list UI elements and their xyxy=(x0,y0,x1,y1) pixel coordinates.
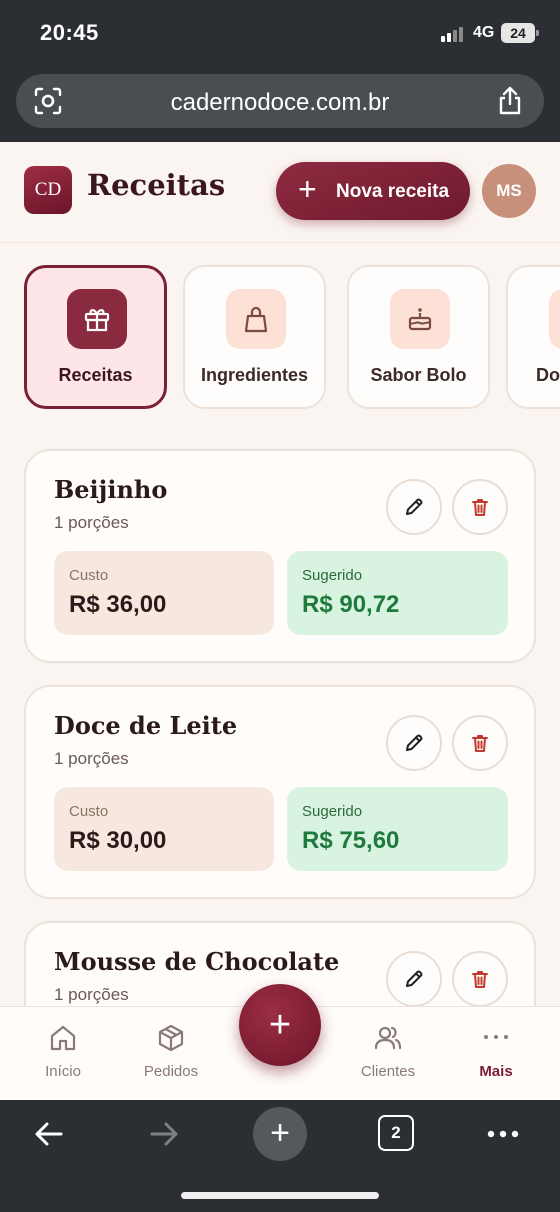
gift-icon xyxy=(67,289,127,349)
trash-icon xyxy=(472,971,488,988)
edit-button[interactable] xyxy=(386,479,442,535)
trash-icon xyxy=(472,499,488,516)
nav-label: Clientes xyxy=(360,1063,416,1080)
page-title: Receitas xyxy=(87,168,226,202)
address-bar[interactable]: cadernodoce.com.br xyxy=(16,74,544,128)
signal-icon xyxy=(441,26,465,42)
cost-value: R$ 30,00 xyxy=(69,827,167,854)
suggested-value: R$ 75,60 xyxy=(302,827,400,854)
app-header: CD Receitas + Nova receita MS xyxy=(0,142,560,243)
browser-address-area: cadernodoce.com.br xyxy=(0,70,560,142)
nav-clientes[interactable]: Clientes xyxy=(333,1023,443,1087)
home-icon xyxy=(50,1025,76,1051)
status-bar: 20:45 4G 24 xyxy=(0,0,560,70)
nav-pedidos[interactable]: Pedidos xyxy=(116,1023,226,1087)
battery-icon: 24 xyxy=(501,23,539,43)
category-carousel: Receitas Ingredientes Sabor Bolo Do xyxy=(0,265,560,411)
back-button[interactable] xyxy=(17,1112,77,1156)
new-recipe-button[interactable]: + Nova receita xyxy=(276,162,470,220)
more-menu-button[interactable] xyxy=(471,1112,531,1156)
status-time: 20:45 xyxy=(40,20,99,45)
app-logo[interactable]: CD xyxy=(24,166,72,214)
more-horizontal-icon xyxy=(487,1130,519,1138)
shopping-bag-icon xyxy=(226,289,286,349)
nav-mais[interactable]: Mais xyxy=(441,1023,551,1087)
cost-value: R$ 36,00 xyxy=(69,591,167,618)
plus-icon: + xyxy=(298,171,317,207)
recipe-name: Mousse de Chocolate xyxy=(54,947,340,976)
cost-box: Custo R$ 36,00 xyxy=(54,551,274,635)
category-label: Receitas xyxy=(58,365,133,385)
url-text[interactable]: cadernodoce.com.br xyxy=(16,89,544,117)
suggested-box: Sugerido R$ 90,72 xyxy=(287,551,508,635)
home-indicator xyxy=(181,1192,379,1199)
nav-label: Início xyxy=(45,1063,81,1080)
pencil-icon xyxy=(406,734,423,751)
trash-icon xyxy=(472,735,488,752)
suggested-label: Sugerido xyxy=(302,803,363,820)
avatar[interactable]: MS xyxy=(482,164,536,218)
delete-button[interactable] xyxy=(452,715,508,771)
edit-button[interactable] xyxy=(386,951,442,1007)
network-type: 4G xyxy=(473,24,495,41)
box-icon xyxy=(158,1024,184,1052)
suggested-box: Sugerido R$ 75,60 xyxy=(287,787,508,871)
tag-icon xyxy=(549,289,560,349)
pencil-icon xyxy=(406,970,423,987)
cost-label: Custo xyxy=(69,567,109,584)
new-tab-button[interactable]: + xyxy=(253,1107,307,1161)
recipe-portions: 1 porções xyxy=(54,749,129,768)
share-icon[interactable] xyxy=(496,86,524,116)
users-icon xyxy=(374,1026,402,1050)
forward-button[interactable] xyxy=(132,1112,192,1156)
arrow-right-icon xyxy=(150,1122,178,1146)
edit-button[interactable] xyxy=(386,715,442,771)
suggested-value: R$ 90,72 xyxy=(302,591,400,618)
recipe-card[interactable]: Beijinho 1 porções Custo R$ 36,00 Sugeri… xyxy=(24,449,536,663)
nav-inicio[interactable]: Início xyxy=(8,1023,118,1087)
browser-toolbar: + 2 xyxy=(0,1100,560,1212)
app-content: CD Receitas + Nova receita MS Receitas I… xyxy=(0,142,560,1100)
category-doces[interactable]: Do xyxy=(506,265,560,409)
category-sabor-bolo[interactable]: Sabor Bolo xyxy=(347,265,490,409)
category-label: Sabor Bolo xyxy=(370,365,467,385)
category-label: Ingredientes xyxy=(200,365,309,385)
suggested-label: Sugerido xyxy=(302,567,363,584)
category-ingredientes[interactable]: Ingredientes xyxy=(183,265,326,409)
category-receitas[interactable]: Receitas xyxy=(24,265,167,409)
tabs-button[interactable]: 2 xyxy=(378,1115,414,1151)
recipe-name: Doce de Leite xyxy=(54,711,238,740)
cake-icon xyxy=(390,289,450,349)
delete-button[interactable] xyxy=(452,951,508,1007)
more-icon xyxy=(484,1035,508,1039)
recipe-card[interactable]: Doce de Leite 1 porções Custo R$ 30,00 S… xyxy=(24,685,536,899)
recipe-portions: 1 porções xyxy=(54,513,129,532)
cost-label: Custo xyxy=(69,803,109,820)
recipe-portions: 1 porções xyxy=(54,985,129,1004)
cost-box: Custo R$ 30,00 xyxy=(54,787,274,871)
category-label: Do xyxy=(536,365,560,385)
pencil-icon xyxy=(406,498,423,515)
arrow-left-icon xyxy=(35,1122,63,1146)
add-fab-button[interactable]: + xyxy=(239,984,321,1066)
recipe-name: Beijinho xyxy=(54,475,168,504)
new-recipe-label: Nova receita xyxy=(336,181,450,202)
delete-button[interactable] xyxy=(452,479,508,535)
nav-label: Mais xyxy=(479,1063,513,1080)
nav-label: Pedidos xyxy=(143,1063,199,1080)
